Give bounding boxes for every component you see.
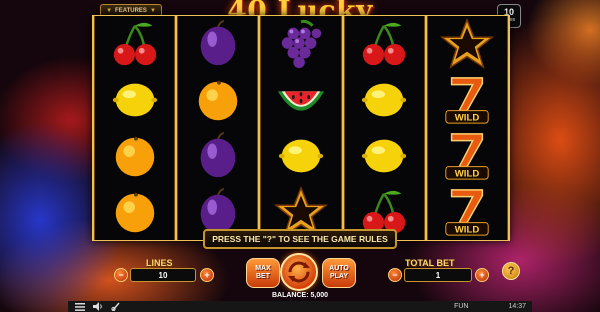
reel-2 [177,16,259,240]
wild-seven-symbol: WILD [428,128,507,184]
game-mode: FUN [454,303,469,310]
balance-value: 5,000 [310,292,329,299]
spin-button[interactable] [280,253,318,291]
reels-frame: WILD WILD WILD [92,15,510,241]
watermelon-symbol [261,72,340,128]
reel-3 [260,16,342,240]
clock: 14:37 [508,303,526,310]
plum-symbol [178,128,257,184]
lemon-symbol [95,72,174,128]
max-bet-button[interactable]: MAX BET [246,258,280,288]
wild-seven-symbol: WILD [428,72,507,128]
reel-5: WILD WILD WILD [426,16,509,240]
balance-label: BALANCE: [271,292,309,299]
auto-play-label-1: AUTO [329,265,349,273]
wild-seven-symbol: WILD [428,184,507,240]
lines-label: LINES [146,258,173,268]
orange-symbol [95,128,174,184]
reel-1 [94,16,176,240]
spin-arrows-icon [288,261,310,283]
star-symbol [428,16,507,72]
game-stage: ▼ FEATURES ▼ 40 Lucky Fruits 10 Lines WI… [0,0,600,312]
total-bet-plus-button[interactable]: + [475,268,489,282]
auto-play-label-2: PLAY [329,273,349,280]
orange-symbol [95,184,174,240]
max-bet-label-1: MAX [255,265,271,273]
max-bet-label-2: BET [256,273,270,280]
grapes-symbol [261,16,340,72]
rules-banner: PRESS THE "?" TO SEE THE GAME RULES [203,229,397,249]
lines-minus-button[interactable]: − [114,268,128,282]
triangle-down-icon: ▼ [106,7,113,14]
svg-text:WILD: WILD [455,225,480,236]
reel-4 [343,16,425,240]
total-bet-value: 1 [404,268,472,282]
help-button[interactable]: ? [502,262,520,280]
lines-value: 10 [130,268,196,282]
balance-display: BALANCE: 5,000 [250,292,350,299]
turbo-icon[interactable] [110,302,122,311]
cherry-symbol [95,16,174,72]
auto-play-button[interactable]: AUTO PLAY [322,258,356,288]
plum-symbol [178,16,257,72]
svg-text:WILD: WILD [455,113,480,124]
triangle-down-icon: ▼ [149,7,156,14]
total-bet-minus-button[interactable]: − [388,268,402,282]
lines-plus-button[interactable]: + [200,268,214,282]
lemon-symbol [345,72,424,128]
features-label: FEATURES [115,7,147,14]
svg-text:WILD: WILD [455,169,480,180]
cherry-symbol [345,16,424,72]
lemon-symbol [261,128,340,184]
menu-icon[interactable] [74,302,86,311]
sound-icon[interactable] [92,302,104,311]
total-bet-label: TOTAL BET [405,258,455,268]
lemon-symbol [345,128,424,184]
orange-symbol [178,72,257,128]
bottom-bar: FUN 14:37 [68,301,532,312]
